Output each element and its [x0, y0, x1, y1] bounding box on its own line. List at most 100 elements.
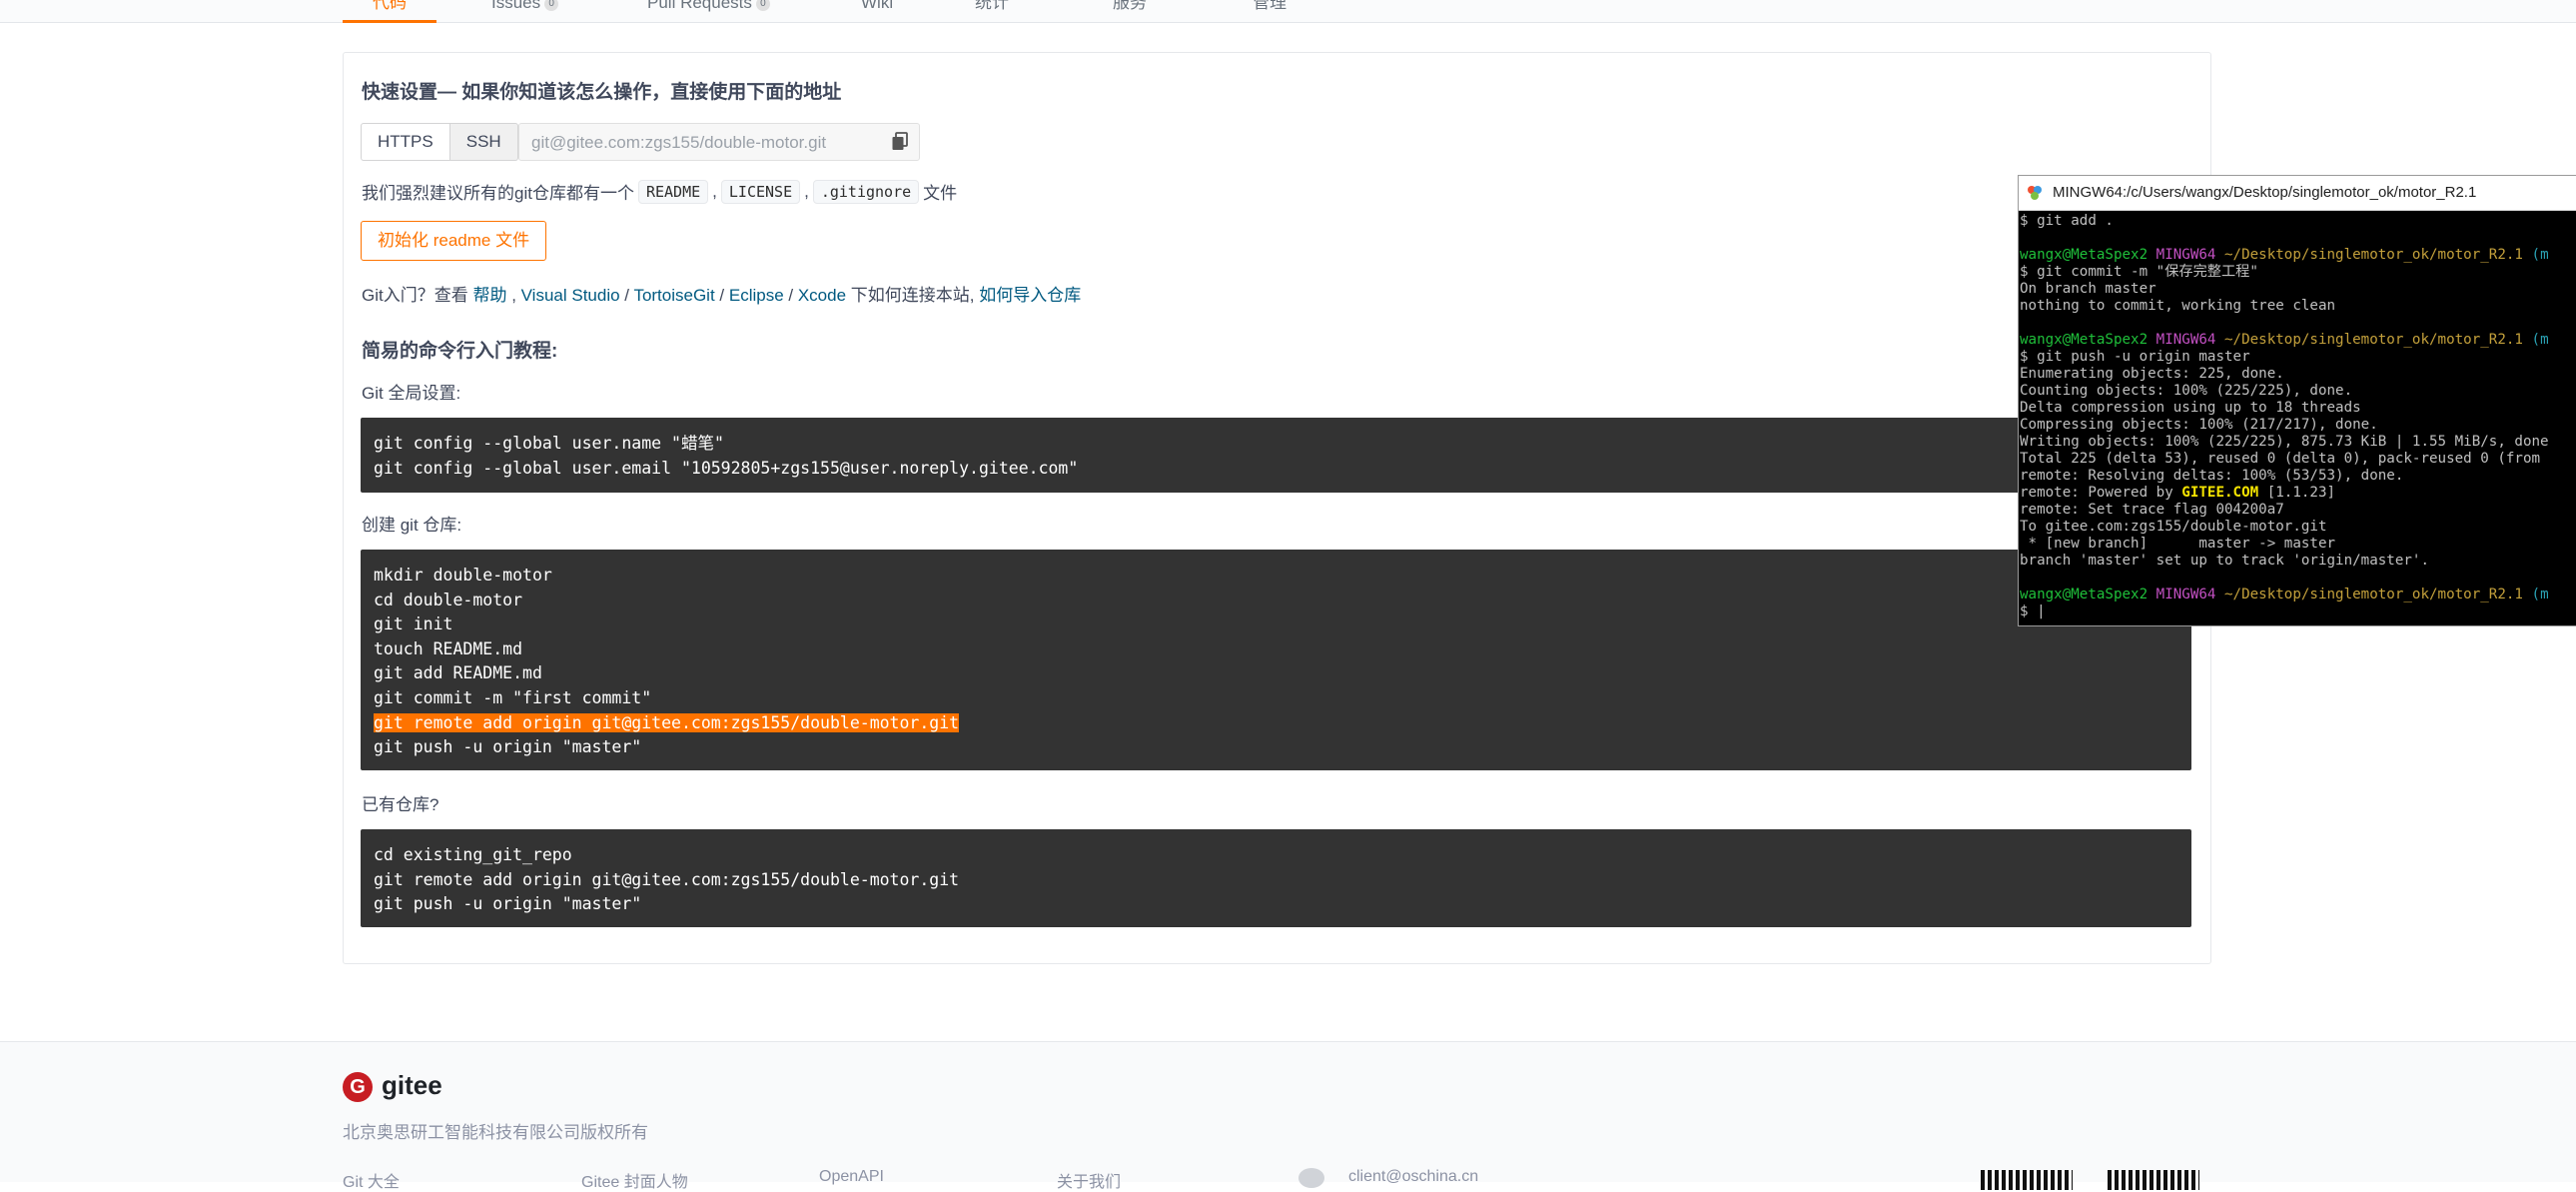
code-line: git commit -m "first commit" [374, 687, 652, 707]
tab-pr-count: 0 [755, 0, 770, 11]
prompt-branch: (m [2531, 332, 2549, 348]
tab-issues-label: Issues [491, 0, 541, 12]
recommend-prefix: 我们强烈建议所有的git仓库都有一个 [362, 184, 634, 203]
code-line: mkdir double-motor [374, 566, 552, 585]
terminal-input-line[interactable]: $ | [2019, 603, 2576, 620]
qr-code-icon [2108, 1170, 2199, 1190]
mail-icon [1298, 1168, 1324, 1188]
global-setup-code: git config --global user.name "蜡笔" git c… [361, 418, 2191, 493]
gitee-logo-text[interactable]: gitee [382, 1070, 442, 1101]
prompt-user: wangx@MetaSpex2 [2020, 247, 2148, 263]
copyright-text: 北京奥思研工智能科技有限公司版权所有 [343, 1123, 648, 1142]
footer-contact-email[interactable]: client@oschina.cn [1348, 1168, 1478, 1186]
prompt-path: ~/Desktop/singlemotor_ok/motor_R2.1 [2224, 247, 2523, 263]
code-line: git config --global user.email "10592805… [374, 458, 1079, 478]
gitee-logo-icon[interactable]: G [343, 1072, 373, 1102]
terminal-line: remote: Powered by GITEE.COM [1.1.23] [2019, 485, 2576, 502]
tab-pr-label: Pull Requests [647, 0, 752, 12]
terminal-prompt: wangx@MetaSpex2 MINGW64 ~/Desktop/single… [2019, 332, 2576, 349]
tab-code[interactable]: 代码 [343, 0, 436, 23]
clone-url-input[interactable]: git@gitee.com:zgs155/double-motor.git [518, 123, 920, 161]
recommend-text: 我们强烈建议所有的git仓库都有一个 README, LICENSE, .git… [362, 179, 957, 204]
eclipse-link[interactable]: Eclipse [729, 286, 784, 305]
terminal-line: $ git add . [2020, 213, 2114, 229]
powered-brand: GITEE.COM [2181, 485, 2259, 501]
code-line: git remote add origin git@gitee.com:zgs1… [374, 869, 960, 889]
comma-separator: , [712, 181, 717, 201]
intro-prefix: Git入门？查看 [362, 286, 468, 305]
git-intro-line: Git入门？查看 帮助 , Visual Studio / TortoiseGi… [362, 286, 1082, 305]
global-setup-label: Git 全局设置: [362, 384, 461, 403]
prompt-user: wangx@MetaSpex2 [2020, 332, 2148, 348]
quick-setup-title: 快速设置— 如果你知道该怎么操作，直接使用下面的地址 [362, 82, 842, 103]
prompt-path: ~/Desktop/singlemotor_ok/motor_R2.1 [2224, 587, 2523, 602]
terminal-prompt: wangx@MetaSpex2 MINGW64 ~/Desktop/single… [2019, 587, 2576, 603]
quick-setup-panel: 快速设置— 如果你知道该怎么操作，直接使用下面的地址 HTTPS SSH git… [343, 52, 2211, 964]
tab-wiki[interactable]: Wiki [861, 0, 893, 20]
code-line: cd existing_git_repo [374, 845, 572, 864]
tab-services[interactable]: 服务 [1113, 0, 1147, 20]
terminal-window[interactable]: MINGW64:/c/Users/wangx/Desktop/singlemot… [2018, 175, 2576, 626]
footer-link-cover-people[interactable]: Gitee 封面人物 [581, 1168, 688, 1192]
import-repo-link[interactable]: 如何导入仓库 [979, 286, 1081, 305]
highlighted-code-line: git remote add origin git@gitee.com:zgs1… [374, 712, 960, 732]
terminal-line: Enumerating objects: 225, done. [2020, 366, 2284, 382]
terminal-line: $ git commit -m "保存完整工程" [2020, 264, 2258, 280]
tab-issues-count: 0 [544, 0, 559, 11]
cli-tutorial-title: 简易的命令行入门教程: [362, 341, 558, 362]
code-line: git init [374, 614, 453, 634]
code-line: cd double-motor [374, 590, 523, 609]
tortoisegit-link[interactable]: TortoiseGit [633, 286, 714, 305]
visual-studio-link[interactable]: Visual Studio [521, 286, 620, 305]
code-line: git config --global user.name "蜡笔" [374, 434, 724, 453]
terminal-line: remote: Set trace flag 004200a7 [2020, 502, 2284, 518]
existing-repo-code: cd existing_git_repo git remote add orig… [361, 829, 2191, 927]
intro-mid: 下如何连接本站, [850, 286, 975, 305]
tab-issues[interactable]: Issues 0 [491, 0, 559, 20]
prompt-env: MINGW64 [2155, 247, 2216, 263]
git-bash-icon [2028, 186, 2042, 200]
tab-wiki-label: Wiki [861, 0, 894, 12]
protocol-switch: HTTPS SSH [361, 123, 518, 161]
tab-manage[interactable]: 管理 [1253, 0, 1287, 20]
prompt-branch: (m [2531, 587, 2549, 602]
gitignore-chip: .gitignore [812, 179, 920, 204]
code-line: git add README.md [374, 663, 542, 683]
code-line: touch README.md [374, 638, 523, 658]
prompt-env: MINGW64 [2155, 332, 2216, 348]
prompt-user: wangx@MetaSpex2 [2020, 587, 2148, 602]
help-link[interactable]: 帮助 [472, 286, 506, 305]
terminal-titlebar[interactable]: MINGW64:/c/Users/wangx/Desktop/singlemot… [2019, 176, 2576, 211]
terminal-line: Delta compression using up to 18 threads [2020, 400, 2361, 416]
terminal-line: Total 225 (delta 53), reused 0 (delta 0)… [2020, 451, 2541, 467]
terminal-line: Compressing objects: 100% (217/217), don… [2020, 417, 2378, 433]
code-line: git push -u origin "master" [374, 737, 642, 757]
init-readme-button[interactable]: 初始化 readme 文件 [361, 221, 547, 261]
terminal-line: On branch master [2020, 281, 2156, 297]
tab-manage-label: 管理 [1253, 0, 1287, 12]
ssh-button[interactable]: SSH [449, 123, 518, 161]
comma-separator: , [804, 181, 809, 201]
tab-pull-requests[interactable]: Pull Requests 0 [647, 0, 770, 20]
terminal-line: Writing objects: 100% (225/225), 875.73 … [2020, 434, 2549, 450]
xcode-link[interactable]: Xcode [798, 286, 846, 305]
site-footer: G gitee 北京奥思研工智能科技有限公司版权所有 Git 大全 Gitee … [0, 1041, 2576, 1191]
tab-stats[interactable]: 统计 [975, 0, 1009, 20]
terminal-line: branch 'master' set up to track 'origin/… [2020, 553, 2429, 569]
prompt-path: ~/Desktop/singlemotor_ok/motor_R2.1 [2224, 332, 2523, 348]
repo-tab-bar: 代码 Issues 0 Pull Requests 0 Wiki 统计 服务 管理 [0, 0, 2576, 23]
footer-link-git-guide[interactable]: Git 大全 [343, 1168, 400, 1192]
footer-link-openapi[interactable]: OpenAPI [819, 1168, 884, 1186]
terminal-line: remote: Resolving deltas: 100% (53/53), … [2020, 468, 2404, 484]
terminal-line: * [new branch] master -> master [2020, 536, 2336, 552]
footer-link-about[interactable]: 关于我们 [1057, 1168, 1121, 1192]
qr-code-icon [1981, 1170, 2073, 1190]
terminal-title: MINGW64:/c/Users/wangx/Desktop/singlemot… [2053, 184, 2477, 201]
create-repo-code: mkdir double-motor cd double-motor git i… [361, 550, 2191, 770]
terminal-output: $ git add . wangx@MetaSpex2 MINGW64 ~/De… [2019, 213, 2576, 620]
copy-icon[interactable] [891, 132, 909, 152]
powered-prefix: remote: Powered by [2020, 485, 2182, 501]
https-button[interactable]: HTTPS [361, 123, 450, 161]
